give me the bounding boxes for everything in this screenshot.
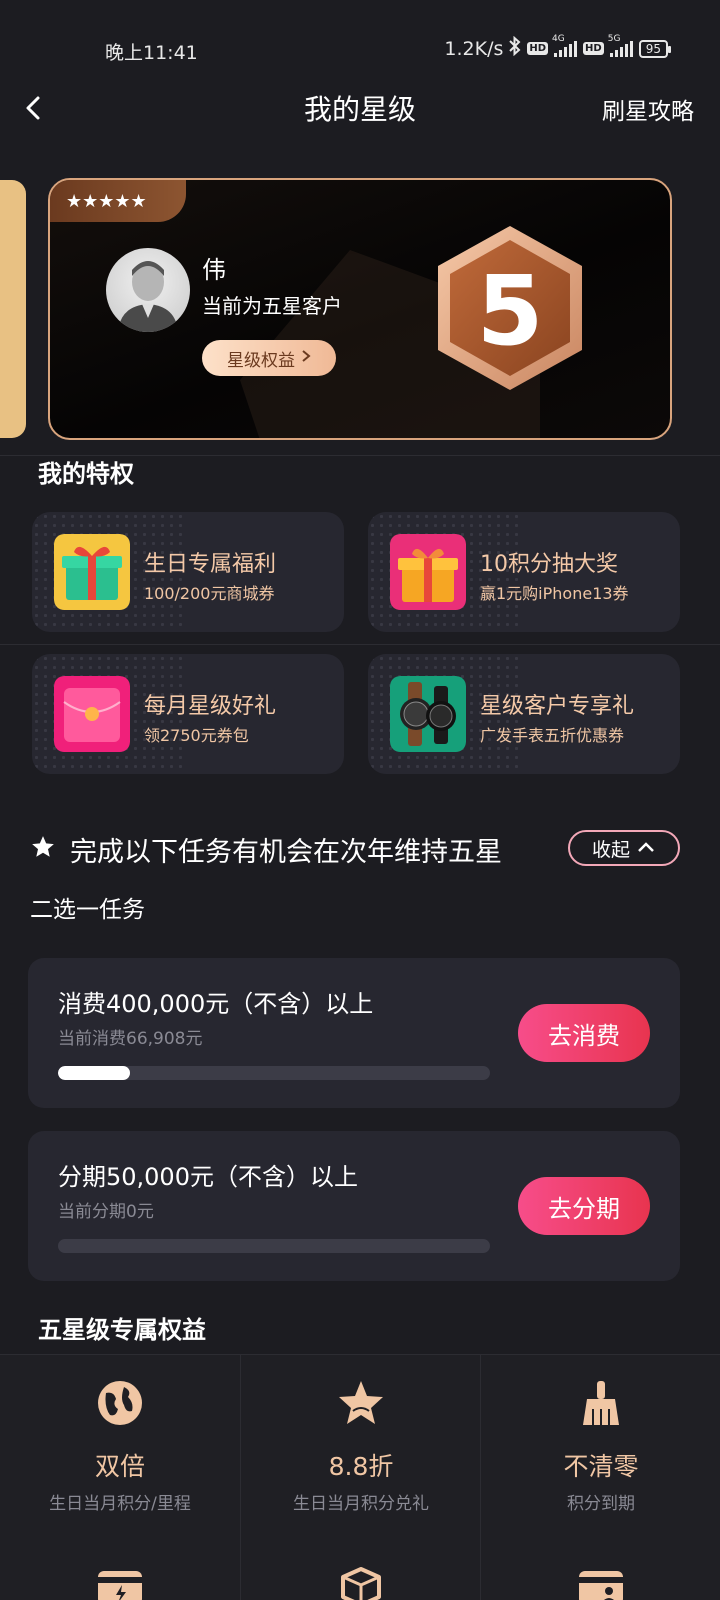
chevron-up-icon	[636, 837, 656, 859]
task-card: 分期50,000元（不含）以上 当前分期0元 去分期	[28, 1131, 680, 1281]
card-person-icon	[579, 1571, 623, 1600]
star-guide-link[interactable]: 刷星攻略	[602, 92, 694, 126]
star-benefits-label: 星级权益	[227, 350, 295, 371]
progress-bar	[58, 1239, 490, 1253]
status-time: 晚上11:41	[105, 42, 198, 64]
status-icons: 1.2K/s HD 4G HD 5G 95	[444, 34, 672, 61]
privilege-subtitle: 赢1元购iPhone13券	[480, 584, 629, 603]
five-star-tab: ★★★★★	[50, 180, 186, 222]
privileges-title: 我的特权	[38, 460, 134, 488]
watch-icon	[390, 676, 466, 752]
status-bar: 晚上11:41 1.2K/s HD 4G HD 5G 95	[0, 0, 720, 72]
broom-icon	[583, 1381, 619, 1425]
benefit-subtitle: 生日当月积分兑礼	[293, 1494, 429, 1514]
star-benefits-button[interactable]: 星级权益	[202, 340, 336, 376]
privilege-title: 星级客户专享礼	[480, 694, 635, 719]
adjacent-card-peek[interactable]	[0, 180, 26, 438]
star-icon	[339, 1381, 383, 1424]
hd-icon: HD	[583, 42, 604, 55]
task-progress-text: 当前分期0元	[58, 1202, 154, 1222]
progress-fill	[58, 1066, 131, 1080]
privilege-card[interactable]: 生日专属福利 100/200元商城券	[32, 512, 344, 632]
current-level-text: 当前为五星客户	[202, 294, 342, 318]
card-lightning-icon	[98, 1571, 142, 1600]
divider	[0, 644, 720, 645]
benefit-subtitle: 生日当月积分/里程	[49, 1494, 191, 1514]
benefits-title: 五星级专属权益	[38, 1316, 206, 1344]
level-badge: 5	[432, 222, 588, 394]
badge-number: 5	[477, 255, 544, 367]
collapse-label: 收起	[591, 838, 630, 861]
globe-icon	[98, 1381, 142, 1425]
task-subheading: 二选一任务	[30, 897, 145, 923]
privilege-card[interactable]: 星级客户专享礼 广发手表五折优惠券	[368, 654, 680, 774]
privilege-title: 每月星级好礼	[144, 694, 277, 719]
avatar[interactable]	[106, 248, 190, 332]
task-card: 消费400,000元（不含）以上 当前消费66,908元 去消费	[28, 958, 680, 1108]
privilege-subtitle: 100/200元商城券	[144, 584, 275, 603]
go-installment-button[interactable]: 去分期	[518, 1177, 650, 1235]
benefit-title: 不清零	[563, 1452, 639, 1481]
red-envelope-icon	[54, 676, 130, 752]
benefit-item[interactable]: 双倍 生日当月积分/里程	[0, 1355, 240, 1600]
privilege-title: 生日专属福利	[144, 552, 277, 577]
go-spend-button[interactable]: 去消费	[518, 1004, 650, 1062]
privilege-subtitle: 领2750元券包	[144, 726, 249, 745]
signal-icon: 5G	[608, 34, 633, 57]
collapse-button[interactable]: 收起	[568, 830, 680, 866]
task-heading-text: 完成以下任务有机会在次年维持五星	[70, 837, 502, 868]
star-icon	[30, 834, 56, 864]
benefit-item[interactable]: 8.8折 生日当月积分兑礼	[240, 1355, 480, 1600]
privilege-title: 10积分抽大奖	[480, 552, 618, 577]
gift-box-icon	[54, 534, 130, 610]
signal-icon: 4G	[552, 34, 578, 57]
battery-icon: 95	[638, 39, 672, 58]
star-level-card: ★★★★★ 伟 当前为五星客户 星级权益 5	[48, 178, 672, 440]
task-title: 消费400,000元（不含）以上	[58, 990, 374, 1018]
progress-bar	[58, 1066, 490, 1080]
chevron-right-icon	[301, 348, 311, 368]
prize-box-icon	[390, 534, 466, 610]
user-name: 伟	[202, 256, 226, 284]
task-title: 分期50,000元（不含）以上	[58, 1163, 358, 1191]
privilege-subtitle: 广发手表五折优惠券	[480, 726, 625, 745]
benefit-subtitle: 积分到期	[567, 1494, 635, 1514]
network-speed: 1.2K/s	[444, 37, 504, 60]
bluetooth-icon	[509, 35, 521, 61]
privilege-card[interactable]: 10积分抽大奖 赢1元购iPhone13券	[368, 512, 680, 632]
task-heading: 完成以下任务有机会在次年维持五星 收起	[30, 830, 690, 870]
benefit-title: 双倍	[94, 1452, 145, 1481]
hd-icon: HD	[527, 42, 549, 55]
package-icon	[341, 1567, 381, 1600]
privilege-card[interactable]: 每月星级好礼 领2750元券包	[32, 654, 344, 774]
header: 我的星级 刷星攻略	[0, 80, 720, 136]
benefits-grid: 双倍 生日当月积分/里程 8.8折 生日当月积分兑礼 不清零 积分到期	[0, 1354, 720, 1600]
benefit-title: 8.8折	[328, 1452, 394, 1481]
benefit-item[interactable]: 不清零 积分到期	[480, 1355, 720, 1600]
task-progress-text: 当前消费66,908元	[58, 1029, 203, 1049]
